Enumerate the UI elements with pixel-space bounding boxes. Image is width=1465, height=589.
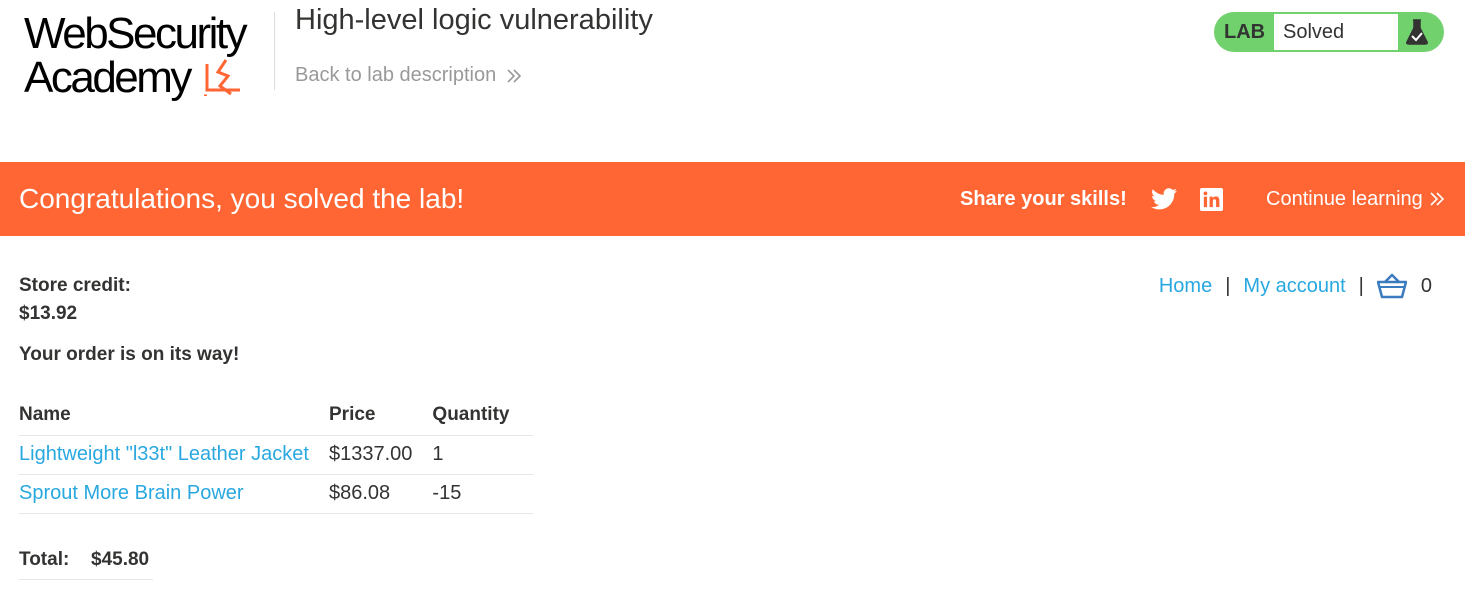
quantity-cell: -15 (432, 474, 534, 514)
page-header: WebSecurity Academy High-level logic vul… (0, 0, 1465, 162)
back-to-lab-description-link[interactable]: Back to lab description (295, 64, 522, 87)
twitter-icon[interactable] (1151, 188, 1177, 210)
total-value: $45.80 (91, 549, 150, 570)
continue-learning-label: Continue learning (1266, 188, 1423, 210)
lab-badge: LAB (1224, 21, 1266, 43)
quantity-cell: 1 (432, 435, 534, 475)
header-divider (274, 12, 275, 90)
column-header-quantity: Quantity (432, 396, 534, 436)
web-security-academy-logo[interactable]: WebSecurity Academy (20, 10, 276, 102)
column-header-price: Price (329, 396, 433, 436)
table-row: Lightweight "l33t" Leather Jacket $1337.… (19, 435, 534, 475)
lab-status-text: Solved (1274, 14, 1398, 50)
total-label: Total: (19, 549, 70, 570)
product-name-cell: Sprout More Brain Power (19, 474, 329, 514)
congratulations-message: Congratulations, you solved the lab! (19, 183, 465, 214)
order-status-message: Your order is on its way! (19, 344, 240, 365)
product-link[interactable]: Sprout More Brain Power (19, 482, 244, 504)
basket-icon[interactable] (1376, 273, 1407, 299)
double-chevron-right-icon (507, 68, 522, 83)
continue-learning-link[interactable]: Continue learning (1266, 162, 1445, 236)
back-link-label: Back to lab description (295, 64, 497, 86)
lab-status-widget: LAB Solved (1214, 12, 1444, 52)
flask-icon (1406, 19, 1428, 45)
share-skills-label: Share your skills! (960, 188, 1127, 210)
nav-separator: | (1358, 274, 1364, 297)
price-cell: $1337.00 (329, 435, 433, 475)
lab-solved-banner: Congratulations, you solved the lab! Sha… (0, 162, 1465, 236)
store-credit-label: Store credit: (19, 275, 131, 296)
linkedin-icon[interactable] (1200, 188, 1223, 211)
store-credit-value: $13.92 (19, 303, 78, 324)
order-total: Total: $45.80 (19, 545, 153, 580)
logo-text-line1: WebSecurity (24, 9, 248, 58)
nav-separator: | (1225, 274, 1231, 297)
home-link[interactable]: Home (1159, 275, 1212, 298)
price-cell: $86.08 (329, 474, 433, 514)
logo-lightning-icon (204, 59, 240, 96)
product-name-cell: Lightweight "l33t" Leather Jacket (19, 435, 329, 475)
double-chevron-right-icon (1430, 192, 1444, 206)
logo-text-line2: Academy (24, 53, 192, 102)
table-row: Sprout More Brain Power $86.08 -15 (19, 474, 534, 514)
order-table: Name Price Quantity Lightweight "l33t" L… (19, 396, 534, 514)
cart-item-count: 0 (1420, 274, 1432, 297)
account-nav: Home | My account | 0 (1159, 273, 1432, 299)
lab-title: High-level logic vulnerability (295, 4, 653, 36)
table-header-row: Name Price Quantity (19, 396, 534, 436)
column-header-name: Name (19, 396, 329, 436)
my-account-link[interactable]: My account (1243, 275, 1345, 298)
product-link[interactable]: Lightweight "l33t" Leather Jacket (19, 443, 309, 465)
